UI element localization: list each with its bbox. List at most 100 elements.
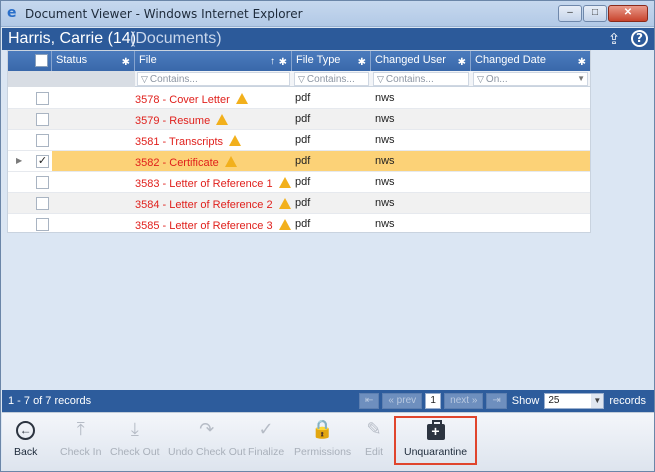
row-checkbox-checked[interactable]: ✓	[36, 155, 49, 168]
changed-user-cell: nws	[375, 113, 395, 125]
prev-page-button[interactable]: « prev	[382, 393, 423, 409]
browser-window: e Document Viewer - Windows Internet Exp…	[0, 0, 655, 472]
column-changed-date[interactable]: Changed Date ✱	[471, 51, 590, 71]
table-row[interactable]: 3581 - Transcripts pdf nws	[8, 130, 590, 151]
gear-icon[interactable]: ✱	[358, 54, 366, 72]
action-toolbar: ← Back ⤒ Check In ⤓ Check Out ↷ Undo Che…	[2, 412, 654, 471]
gear-icon[interactable]: ✱	[578, 54, 586, 72]
page-header: Harris, Carrie (14) (Documents) ⇪ ?	[2, 28, 654, 50]
gear-icon[interactable]: ✱	[122, 54, 130, 72]
medical-kit-icon: +	[426, 420, 445, 440]
file-link[interactable]: 3582 - Certificate	[135, 155, 237, 169]
unquarantine-button[interactable]: + Unquarantine	[394, 416, 478, 465]
pager-controls: ⇤ « prev 1 next » ⇥ Show 25 ▼ records	[358, 393, 648, 409]
file-type-cell: pdf	[295, 113, 311, 125]
check-out-button[interactable]: ⤓ Check Out	[110, 419, 160, 458]
first-page-button[interactable]: ⇤	[358, 393, 380, 409]
file-link[interactable]: 3583 - Letter of Reference 1	[135, 176, 291, 190]
file-link[interactable]: 3579 - Resume	[135, 113, 229, 127]
help-icon[interactable]: ?	[631, 30, 648, 47]
check-in-button[interactable]: ⤒ Check In	[60, 419, 101, 458]
back-button[interactable]: ← Back	[14, 419, 37, 458]
chevron-down-icon[interactable]: ▼	[591, 394, 604, 408]
header-actions: ⇪ ?	[605, 30, 648, 48]
user-filter-input[interactable]: ▽ Contains...	[373, 72, 469, 86]
row-checkbox[interactable]	[36, 218, 49, 231]
undo-icon: ↷	[199, 419, 215, 440]
type-filter-placeholder: Contains...	[306, 74, 355, 85]
file-link[interactable]: 3584 - Letter of Reference 2	[135, 197, 291, 211]
pencil-icon: ✎	[366, 419, 382, 440]
page-size-value: 25	[548, 395, 560, 406]
warning-icon	[224, 156, 237, 167]
table-row[interactable]: 3583 - Letter of Reference 1 pdf nws	[8, 172, 590, 193]
undo-check-out-label: Undo Check Out	[168, 446, 246, 458]
sort-ascending-icon: ↑	[270, 56, 275, 67]
row-checkbox[interactable]	[36, 92, 49, 105]
export-icon[interactable]: ⇪	[605, 30, 623, 48]
maximize-button[interactable]: □	[583, 5, 607, 22]
table-row[interactable]: 3585 - Letter of Reference 3 pdf nws	[8, 214, 590, 235]
table-row[interactable]: 3578 - Cover Letter pdf nws	[8, 88, 590, 109]
minimize-button[interactable]: –	[558, 5, 582, 22]
column-file-type[interactable]: File Type ✱	[292, 51, 371, 71]
warning-icon	[235, 93, 248, 104]
user-filter-placeholder: Contains...	[385, 74, 434, 85]
row-checkbox[interactable]	[36, 113, 49, 126]
warning-icon	[216, 114, 229, 125]
row-checkbox[interactable]	[36, 197, 49, 210]
show-label: Show	[511, 395, 540, 407]
column-status[interactable]: Status ✱	[52, 51, 135, 71]
warning-icon	[278, 219, 291, 230]
changed-user-cell: nws	[375, 197, 395, 209]
check-in-label: Check In	[60, 446, 102, 458]
record-count: 1 - 7 of 7 records	[8, 395, 92, 407]
next-page-button[interactable]: next »	[444, 393, 484, 409]
column-file[interactable]: File ↑ ✱	[135, 51, 292, 71]
undo-check-out-button[interactable]: ↷ Undo Check Out	[168, 419, 246, 458]
chevron-down-icon[interactable]: ▼	[577, 73, 585, 85]
current-row-arrow-icon: ▶	[16, 156, 23, 165]
file-name: 3578 - Cover Letter	[135, 94, 230, 106]
warning-icon	[278, 198, 291, 209]
file-link[interactable]: 3581 - Transcripts	[135, 134, 242, 148]
gear-icon[interactable]: ✱	[458, 54, 466, 72]
row-checkbox[interactable]	[36, 134, 49, 147]
file-type-cell: pdf	[295, 92, 311, 104]
changed-user-cell: nws	[375, 134, 395, 146]
type-filter-input[interactable]: ▽ Contains...	[294, 72, 369, 86]
changed-user-cell: nws	[375, 92, 395, 104]
unquarantine-label: Unquarantine	[404, 446, 468, 458]
file-filter-input[interactable]: ▽ Contains...	[137, 72, 290, 86]
table-row[interactable]: 3579 - Resume pdf nws	[8, 109, 590, 130]
column-changed-user[interactable]: Changed User ✱	[371, 51, 471, 71]
file-type-cell: pdf	[295, 176, 311, 188]
page-size-select[interactable]: 25 ▼	[544, 393, 605, 409]
select-all-checkbox[interactable]	[35, 54, 48, 67]
file-name: 3585 - Letter of Reference 3	[135, 220, 273, 232]
records-label: records	[609, 395, 646, 407]
last-page-button[interactable]: ⇥	[486, 393, 507, 409]
check-in-icon: ⤒	[76, 419, 85, 440]
select-all-column	[8, 51, 52, 71]
column-header-row: Status ✱ File ↑ ✱ File Type ✱ Changed Us…	[8, 51, 590, 71]
row-checkbox[interactable]	[36, 176, 49, 189]
ie-logo-icon: e	[7, 5, 17, 21]
table-row[interactable]: 3584 - Letter of Reference 2 pdf nws	[8, 193, 590, 214]
table-row-selected[interactable]: ▶ ✓ 3582 - Certificate pdf nws	[8, 151, 590, 172]
file-link[interactable]: 3585 - Letter of Reference 3	[135, 218, 291, 232]
file-link[interactable]: 3578 - Cover Letter	[135, 92, 248, 106]
edit-button[interactable]: ✎ Edit	[365, 419, 383, 458]
filter-icon: ▽	[141, 74, 148, 84]
file-name: 3581 - Transcripts	[135, 136, 224, 148]
filter-icon: ▽	[377, 74, 384, 84]
finalize-button[interactable]: ✓ Finalize	[248, 419, 284, 458]
gear-icon[interactable]: ✱	[279, 54, 287, 72]
file-filter-placeholder: Contains...	[149, 74, 198, 85]
file-name: 3584 - Letter of Reference 2	[135, 199, 273, 211]
permissions-button[interactable]: 🔒 Permissions	[294, 419, 351, 458]
date-filter-input[interactable]: ▽ On... ▼	[473, 72, 588, 86]
changed-user-cell: nws	[375, 155, 395, 167]
close-button[interactable]: ✕	[608, 5, 648, 22]
page-number-input[interactable]: 1	[425, 393, 442, 409]
